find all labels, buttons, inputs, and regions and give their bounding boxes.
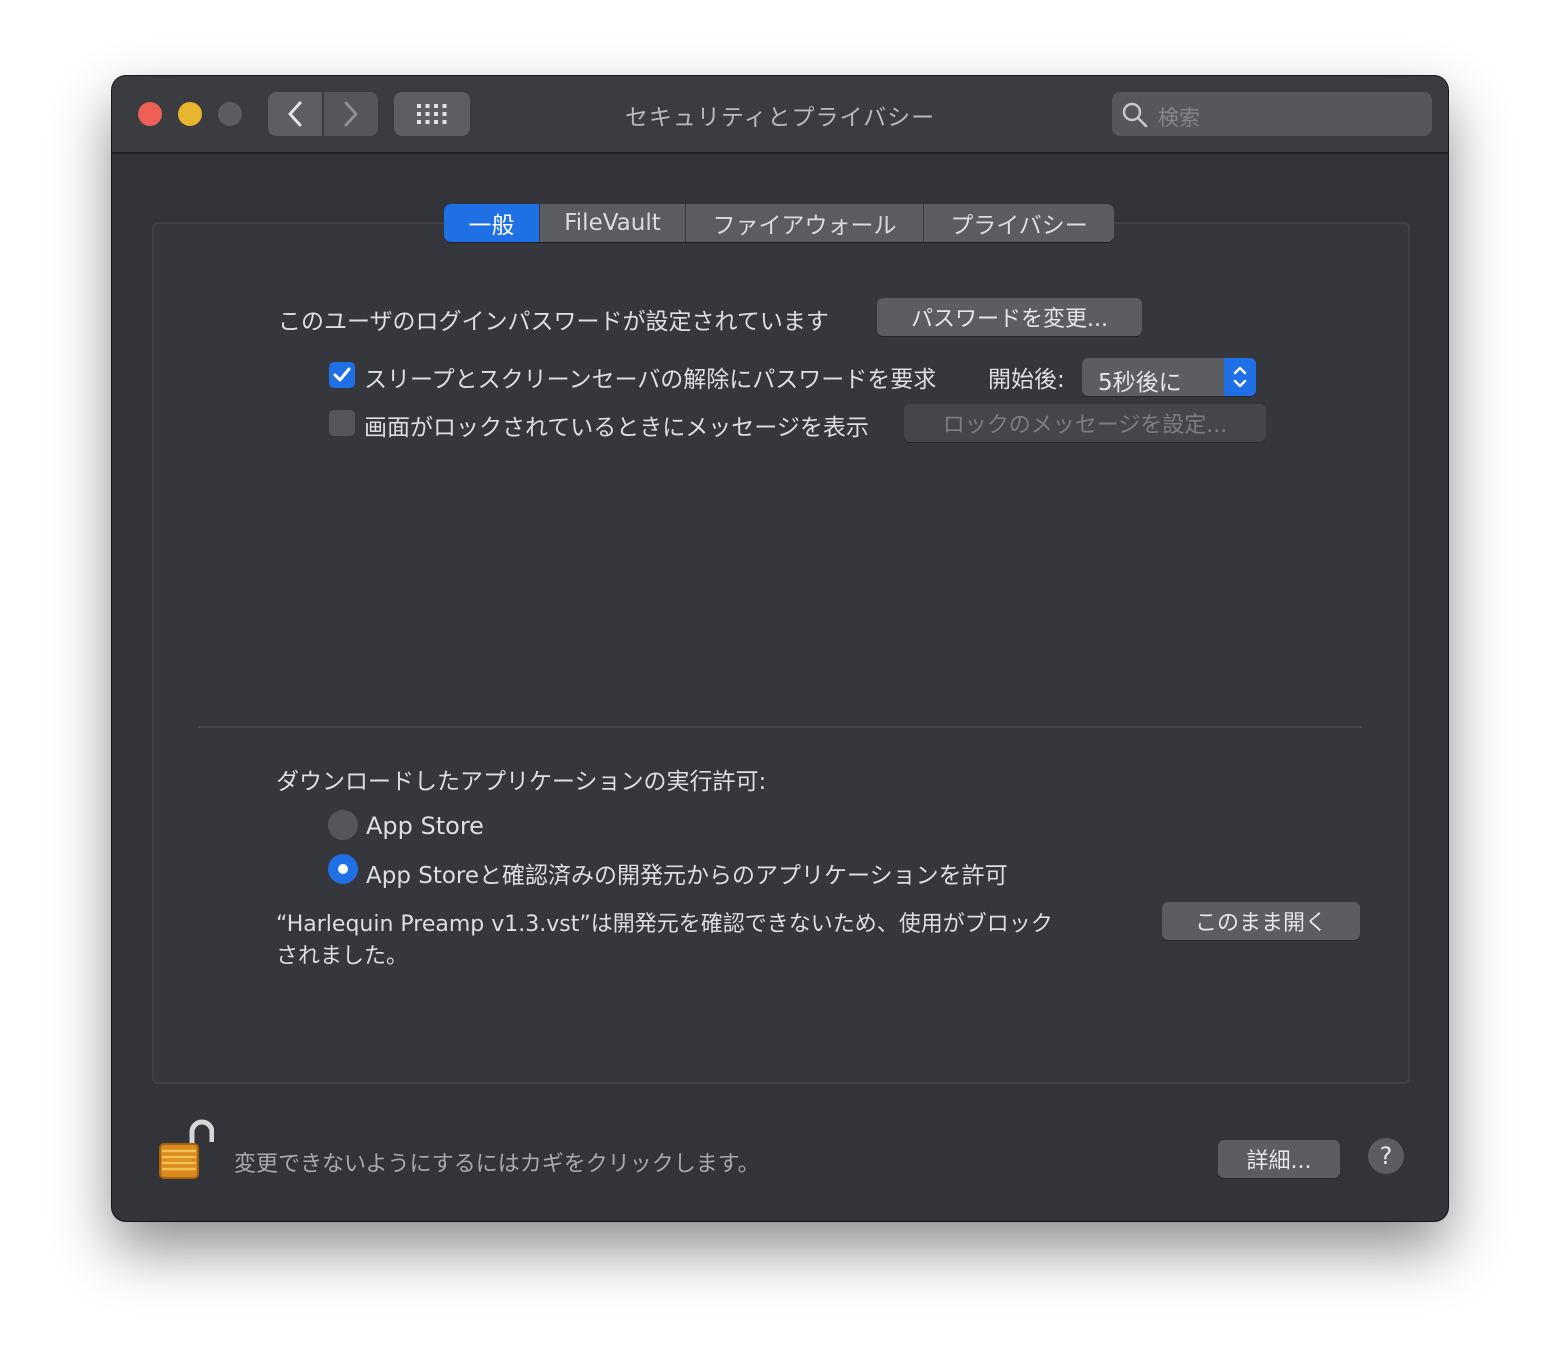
search-placeholder: 検索 bbox=[1158, 106, 1200, 130]
blocked-app-message-line1: “Harlequin Preamp v1.3.vst”は開発元を確認できないため… bbox=[276, 912, 1053, 937]
password-delay-popup[interactable]: 5秒後に bbox=[1082, 358, 1256, 396]
advanced-button[interactable]: 詳細... bbox=[1218, 1140, 1340, 1178]
require-password-label: スリープとスクリーンセーバの解除にパスワードを要求 bbox=[364, 367, 937, 393]
tab-firewall[interactable]: ファイアウォール bbox=[686, 204, 924, 242]
radio-app-store[interactable] bbox=[328, 810, 358, 840]
radio-app-store-identified[interactable] bbox=[328, 854, 358, 884]
chevron-left-icon bbox=[288, 101, 302, 127]
grid-icon bbox=[417, 104, 447, 124]
chevron-right-icon bbox=[344, 101, 358, 127]
search-field[interactable]: 検索 bbox=[1112, 92, 1432, 136]
show-lock-message-label: 画面がロックされているときにメッセージを表示 bbox=[364, 415, 869, 441]
checkmark-icon bbox=[333, 367, 351, 382]
downloads-heading: ダウンロードしたアプリケーションの実行許可: bbox=[276, 769, 767, 795]
tab-general[interactable]: 一般 bbox=[444, 204, 540, 242]
open-anyway-button[interactable]: このまま開く bbox=[1162, 902, 1360, 940]
window-title: セキュリティとプライバシー bbox=[624, 105, 936, 131]
popup-stepper bbox=[1224, 358, 1256, 396]
back-button[interactable] bbox=[268, 92, 322, 136]
show-all-button[interactable] bbox=[394, 92, 470, 136]
tab-filevault[interactable]: FileVault bbox=[540, 204, 686, 242]
up-down-chevron-icon bbox=[1233, 366, 1247, 388]
radio-app-store-label: App Store bbox=[366, 812, 484, 840]
require-password-checkbox[interactable] bbox=[329, 362, 355, 388]
lock-button[interactable] bbox=[154, 1116, 215, 1186]
unlocked-padlock-icon bbox=[159, 1119, 215, 1179]
security-privacy-window: セキュリティとプライバシー 検索 一般 FileVault ファイアウォール プ… bbox=[112, 76, 1448, 1221]
set-lock-message-button[interactable]: ロックのメッセージを設定... bbox=[904, 404, 1266, 442]
tab-privacy[interactable]: プライバシー bbox=[924, 204, 1114, 242]
zoom-window-button bbox=[218, 102, 242, 126]
tab-bar: 一般 FileVault ファイアウォール プライバシー bbox=[444, 204, 1114, 242]
minimize-window-button[interactable] bbox=[178, 102, 202, 126]
close-window-button[interactable] bbox=[138, 102, 162, 126]
change-password-button[interactable]: パスワードを変更... bbox=[877, 298, 1142, 336]
search-icon bbox=[1122, 102, 1148, 128]
password-delay-value: 5秒後に bbox=[1098, 370, 1182, 396]
require-password-after-label: 開始後: bbox=[988, 367, 1065, 393]
help-button[interactable]: ? bbox=[1368, 1138, 1404, 1174]
forward-button[interactable] bbox=[324, 92, 378, 136]
login-password-label: このユーザのログインパスワードが設定されています bbox=[278, 309, 829, 335]
radio-app-store-identified-label: App Storeと確認済みの開発元からのアプリケーションを許可 bbox=[366, 863, 1008, 889]
blocked-app-message-line2: されました。 bbox=[276, 944, 409, 969]
lock-hint-text: 変更できないようにするにはカギをクリックします。 bbox=[234, 1152, 760, 1177]
section-divider bbox=[198, 726, 1362, 728]
show-lock-message-checkbox[interactable] bbox=[329, 410, 355, 436]
title-bar: セキュリティとプライバシー 検索 bbox=[112, 76, 1448, 154]
